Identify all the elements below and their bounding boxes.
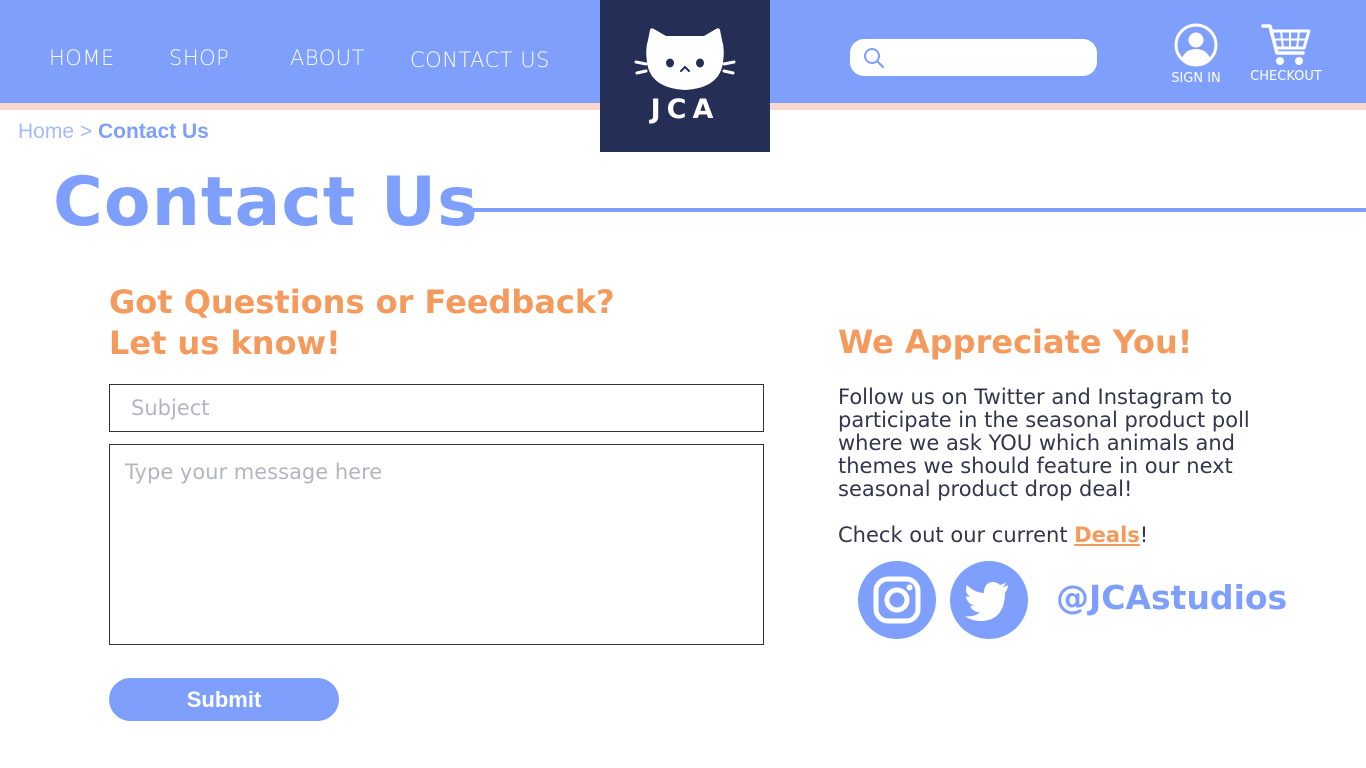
nav-home[interactable]: HOME [49,46,115,70]
breadcrumb-separator: > [79,120,93,143]
instagram-button[interactable] [858,561,936,639]
nav-shop[interactable]: SHOP [169,46,229,70]
form-heading-line1: Got Questions or Feedback? [109,283,615,321]
nav-about[interactable]: ABOUT [290,46,365,70]
submit-button[interactable]: Submit [109,678,339,721]
shopping-cart-icon [1261,24,1311,65]
sign-in-button[interactable]: SIGN IN [1165,22,1227,86]
user-avatar-icon [1174,23,1218,67]
twitter-bird-icon [965,582,1008,621]
breadcrumb-home[interactable]: Home [18,120,74,143]
message-field[interactable] [109,444,764,645]
appreciate-heading: We Appreciate You! [838,323,1193,361]
search-icon [864,48,885,69]
checkout-button[interactable]: CHECKOUT [1246,20,1326,84]
subject-field[interactable] [109,384,764,432]
nav-contact-us[interactable]: CONTACT US [410,48,550,72]
breadcrumb: Home > Contact Us [18,120,209,144]
page-title: Contact Us [53,163,479,242]
message-textarea[interactable] [110,445,763,644]
twitter-button[interactable] [950,561,1028,639]
deals-line: Check out our current Deals! [838,524,1148,547]
social-handle[interactable]: @JCAstudios [1056,578,1287,617]
form-heading: Got Questions or Feedback? Let us know! [109,282,615,364]
deals-link[interactable]: Deals [1074,523,1140,547]
deals-prefix: Check out our current [838,523,1075,547]
form-heading-line2: Let us know! [109,324,341,362]
subject-input[interactable] [110,385,763,431]
search-bar[interactable] [850,39,1097,76]
instagram-icon [873,576,921,624]
checkout-label: CHECKOUT [1250,69,1322,84]
appreciate-paragraph: Follow us on Twitter and Instagram to pa… [838,385,1250,501]
deals-suffix: ! [1139,523,1149,547]
search-input[interactable] [890,43,1089,73]
breadcrumb-current: Contact Us [97,120,209,143]
sign-in-label: SIGN IN [1171,71,1221,86]
title-divider [465,208,1366,212]
site-logo[interactable]: JCA [600,0,770,152]
cat-face-icon [634,28,736,90]
logo-text: JCA [650,94,720,125]
